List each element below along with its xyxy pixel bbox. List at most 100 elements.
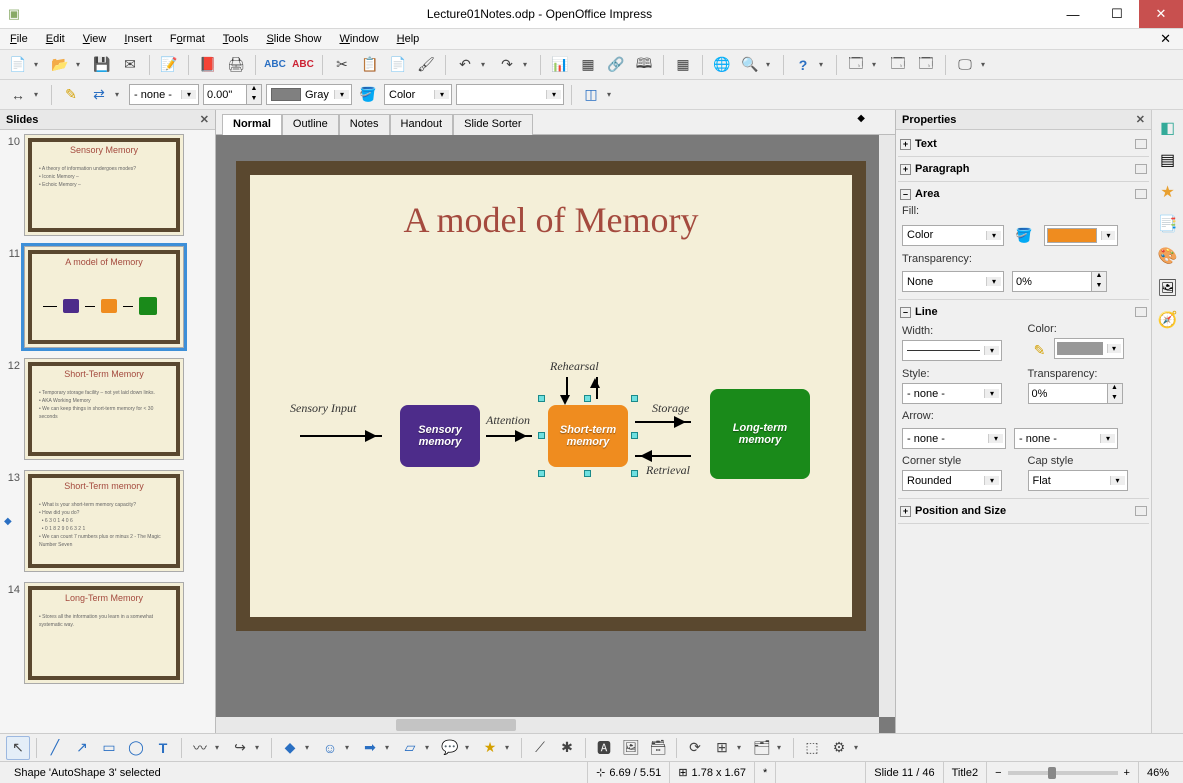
section-paragraph[interactable]: +Paragraph <box>900 161 1147 177</box>
extrusion-icon[interactable]: ⬚ <box>800 736 824 760</box>
from-file-icon[interactable]: 🖼 <box>619 736 643 760</box>
maximize-button[interactable]: ☐ <box>1095 0 1139 28</box>
line-style-combo[interactable]: - none -▾ <box>902 383 1002 404</box>
menu-help[interactable]: Help <box>393 31 424 47</box>
properties-close-icon[interactable]: ✕ <box>1136 113 1145 126</box>
tab-notes[interactable]: Notes <box>339 114 390 135</box>
select-icon[interactable]: ↖ <box>6 736 30 760</box>
undo-icon[interactable]: ↶ <box>453 53 477 77</box>
fontwork-icon[interactable]: 🅰 <box>592 736 616 760</box>
arrange-icon[interactable]: 🗂 <box>750 736 774 760</box>
slide-thumb[interactable]: 13 Short-Term memory• What is your short… <box>2 470 209 572</box>
section-popout-icon[interactable] <box>1135 506 1147 516</box>
menu-format[interactable]: Format <box>166 31 209 47</box>
line-style-combo[interactable]: - none -▾ <box>129 84 199 105</box>
connector-icon[interactable]: ↪ <box>228 736 252 760</box>
fill-color-combo[interactable]: ▾ <box>1044 225 1118 246</box>
grid-icon[interactable]: ▦ <box>671 53 695 77</box>
toolbar-more[interactable]: ▾ <box>819 60 829 69</box>
slide-canvas[interactable]: A model of Memory Sensory Input Sensory … <box>216 135 895 733</box>
curve-icon[interactable]: 〰 <box>188 736 212 760</box>
slide-layout-icon[interactable]: 🗔 <box>914 53 938 77</box>
arrow-select-icon[interactable]: ↔ <box>6 83 30 107</box>
pencil-icon[interactable]: ✎ <box>1028 338 1052 362</box>
navigator-tab-icon[interactable]: 🧭 <box>1157 310 1179 332</box>
arrow-sensory-input[interactable] <box>300 435 382 437</box>
table-icon[interactable]: ▦ <box>576 53 600 77</box>
glue-icon[interactable]: ✱ <box>555 736 579 760</box>
transparency-mode-combo[interactable]: None▾ <box>902 271 1004 292</box>
new-icon[interactable]: 📄 <box>6 53 30 77</box>
box-sensory-memory[interactable]: Sensory memory <box>400 405 480 467</box>
line-color-combo[interactable]: Gray 6▾ <box>266 84 352 105</box>
section-popout-icon[interactable] <box>1135 189 1147 199</box>
tab-slidesorter[interactable]: Slide Sorter <box>453 114 532 135</box>
transparency-spinner[interactable]: ▲▼ <box>1012 271 1107 292</box>
slides-panel-close-icon[interactable]: ✕ <box>200 113 209 126</box>
slides-list[interactable]: 10 Sensory Memory• A theory of informati… <box>0 130 215 733</box>
print-icon[interactable]: 🖨 <box>224 53 248 77</box>
line-transparency-spinner[interactable]: ▲▼ <box>1028 383 1146 404</box>
vertical-scrollbar[interactable] <box>879 135 895 717</box>
paste-icon[interactable]: 📄 <box>386 53 410 77</box>
fill-color-combo[interactable]: ▾ <box>456 84 564 105</box>
arrow-line-icon[interactable]: ↗ <box>70 736 94 760</box>
box-long-term-memory[interactable]: Long-term memory <box>710 389 810 479</box>
spellcheck-icon[interactable]: ABC <box>263 53 287 77</box>
copy-icon[interactable]: 📋 <box>358 53 382 77</box>
text-icon[interactable]: T <box>151 736 175 760</box>
redo-icon[interactable]: ↷ <box>495 53 519 77</box>
interaction-icon[interactable]: ⚙ <box>827 736 851 760</box>
menu-file[interactable]: File <box>6 31 32 47</box>
line-color-combo[interactable]: ▾ <box>1054 338 1124 359</box>
edit-file-icon[interactable]: 📝 <box>157 53 181 77</box>
arrow-end-combo[interactable]: - none -▾ <box>1014 428 1118 449</box>
horizontal-scrollbar[interactable] <box>216 717 879 733</box>
export-pdf-icon[interactable]: 📕 <box>196 53 220 77</box>
new-dropdown[interactable]: ▾ <box>34 60 44 69</box>
fill-mode-combo[interactable]: Color▾ <box>902 225 1004 246</box>
cap-style-combo[interactable]: Flat▾ <box>1028 470 1128 491</box>
line-arrow-icon[interactable]: ⇄ <box>87 83 111 107</box>
presentation-icon[interactable]: 🖵 <box>953 53 977 77</box>
box-short-term-memory[interactable]: Short-term memory <box>548 405 628 467</box>
slide-thumb[interactable]: 14 Long-Term Memory• Stores all the info… <box>2 582 209 684</box>
close-button[interactable]: ✕ <box>1139 0 1183 28</box>
help-icon[interactable]: ? <box>791 53 815 77</box>
navigator-icon[interactable]: 🕮 <box>632 53 656 77</box>
section-popout-icon[interactable] <box>1135 307 1147 317</box>
line-icon[interactable]: ╱ <box>43 736 67 760</box>
tab-outline[interactable]: Outline <box>282 114 339 135</box>
open-icon[interactable]: 📂 <box>48 53 72 77</box>
gallery-tab-icon[interactable]: 🖼 <box>1157 278 1179 300</box>
line-color-icon[interactable]: ✎ <box>59 83 83 107</box>
arrow-start-combo[interactable]: - none -▾ <box>902 428 1006 449</box>
points-icon[interactable]: ⟋ <box>528 736 552 760</box>
status-slide[interactable]: Slide 11 / 46 <box>866 762 943 783</box>
format-paintbrush-icon[interactable]: 🖌 <box>414 53 438 77</box>
arrow-retrieval[interactable] <box>635 455 691 457</box>
document-close-icon[interactable]: ✕ <box>1156 29 1175 49</box>
slide-title[interactable]: A model of Memory <box>250 199 852 241</box>
custom-animation-tab-icon[interactable]: ★ <box>1157 182 1179 204</box>
slide-icon[interactable]: 🗔 <box>844 53 868 77</box>
symbol-shapes-icon[interactable]: ☺ <box>318 736 342 760</box>
tabs-marker-icon[interactable]: ◆ <box>857 113 865 124</box>
menu-slideshow[interactable]: Slide Show <box>262 31 325 47</box>
flowchart-icon[interactable]: ▱ <box>398 736 422 760</box>
chart-icon[interactable]: 📊 <box>548 53 572 77</box>
slide-thumb[interactable]: 11 A model of Memory <box>2 246 209 348</box>
email-icon[interactable]: ✉ <box>118 53 142 77</box>
slide-design-icon[interactable]: 🗔 <box>886 53 910 77</box>
stars-icon[interactable]: ★ <box>478 736 502 760</box>
slide-thumb[interactable]: 12 Short-Term Memory• Temporary storage … <box>2 358 209 460</box>
menu-view[interactable]: View <box>79 31 111 47</box>
shadow-icon[interactable]: ◫ <box>579 83 603 107</box>
section-position-size[interactable]: +Position and Size <box>900 503 1147 519</box>
section-area[interactable]: –Area <box>900 186 1147 202</box>
properties-tab-icon[interactable]: ◧ <box>1157 118 1179 140</box>
status-zoom[interactable]: 46% <box>1139 762 1177 783</box>
line-width-combo[interactable]: ▾ <box>902 340 1002 361</box>
fill-bucket-icon[interactable]: 🪣 <box>356 83 380 107</box>
arrow-storage[interactable] <box>635 421 691 423</box>
